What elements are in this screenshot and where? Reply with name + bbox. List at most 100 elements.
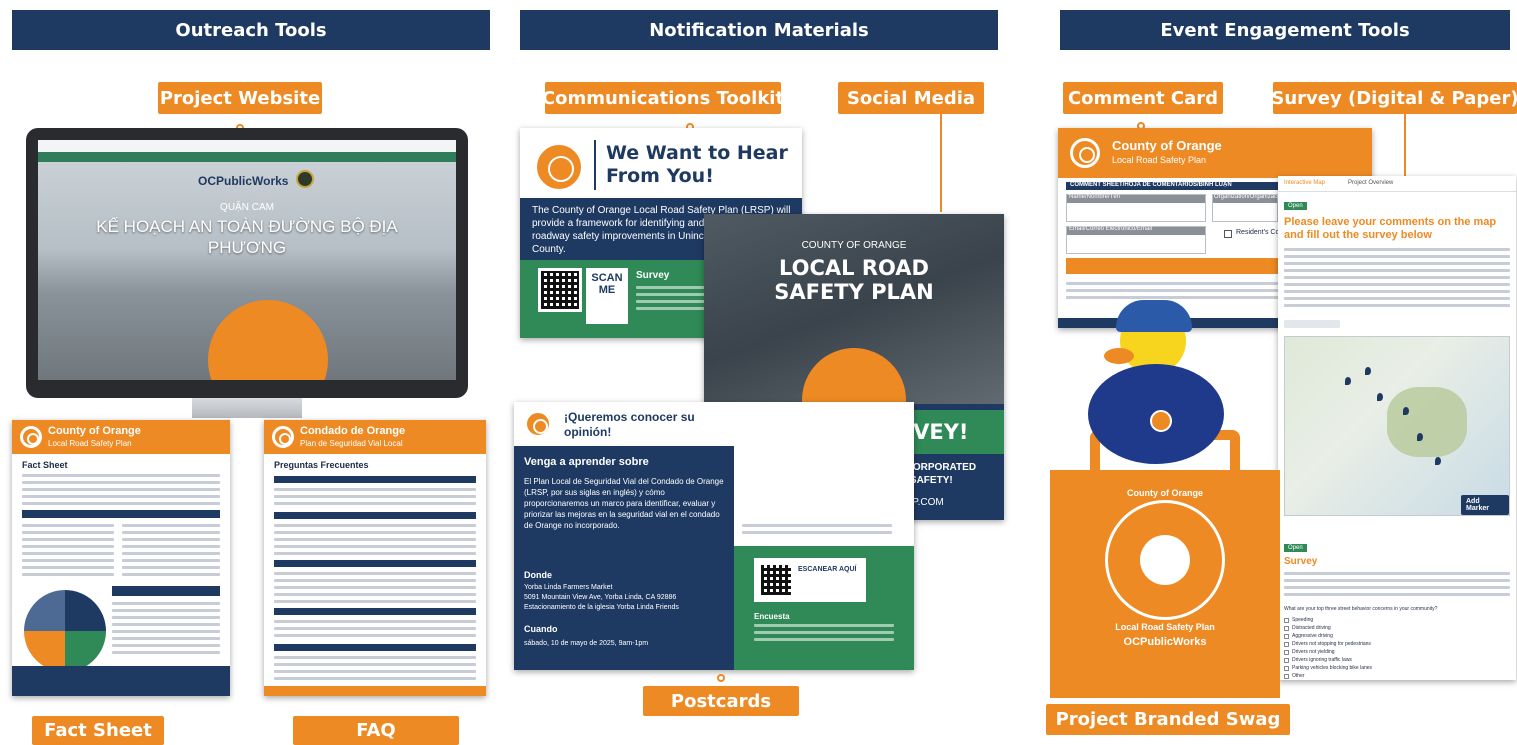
survey-options: Speeding Distracted driving Aggressive d…: [1284, 616, 1510, 680]
option-checkbox[interactable]: [1284, 625, 1289, 631]
connector-line: [940, 114, 942, 212]
postcard-cuando: sábado, 10 de mayo de 2025, 9am-1pm: [524, 640, 649, 647]
qr-code-icon[interactable]: [758, 562, 794, 598]
map-marker-icon[interactable]: [1417, 433, 1423, 441]
fact-sheet-county: County of Orange: [48, 425, 141, 437]
orange-logo-icon: [534, 142, 584, 192]
add-marker-button[interactable]: Add Marker: [1461, 495, 1509, 515]
website-nav-bar[interactable]: [38, 152, 456, 162]
rubber-duck: [1080, 300, 1230, 470]
comment-card-plan: Local Road Safety Plan: [1112, 155, 1207, 165]
option-checkbox[interactable]: [1284, 649, 1289, 655]
tag-survey: Survey (Digital & Paper): [1271, 82, 1517, 114]
option-checkbox[interactable]: [1284, 641, 1289, 647]
comment-form-title: COMMENT SHEET/HOJA DE COMENTARIOS/BÌNH L…: [1070, 182, 1232, 188]
survey-open-badge-2: Open: [1284, 544, 1307, 552]
option-label: Other: [1292, 673, 1305, 679]
postcard-learn-title: Venga a aprender sobre: [524, 456, 649, 468]
option-checkbox[interactable]: [1284, 617, 1289, 623]
section-header-event: Event Engagement Tools: [1060, 10, 1510, 50]
postcard-scan: ESCANEAR AQUÍ: [798, 566, 857, 573]
option-label: Drivers not yielding: [1292, 649, 1335, 655]
map-marker-icon[interactable]: [1345, 377, 1351, 385]
tag-social-media: Social Media: [838, 82, 984, 114]
toolkit-scan-me: SCAN ME: [586, 268, 628, 324]
resident-checkbox[interactable]: [1224, 230, 1232, 238]
option-checkbox[interactable]: [1284, 633, 1289, 639]
survey-tab-map[interactable]: Interactive Map: [1284, 180, 1325, 186]
email-field-label: Email/Correo Electrónico/Email: [1069, 226, 1153, 232]
tag-faq: FAQ: [293, 716, 459, 745]
duck-beak: [1104, 348, 1134, 364]
orange-logo-icon: [524, 410, 552, 438]
section-header-outreach: Outreach Tools: [12, 10, 490, 50]
fact-sheet-document: County of Orange Local Road Safety Plan …: [12, 420, 230, 696]
website-headline: KẾ HOẠCH AN TOÀN ĐƯỜNG BỘ ĐỊA PHƯƠNG: [96, 217, 398, 257]
faq-plan: Plan de Seguridad Vial Local: [300, 439, 403, 448]
survey-map[interactable]: Add Marker: [1284, 336, 1510, 516]
survey-tab-overview[interactable]: Project Overview: [1348, 180, 1393, 186]
faq-county: Condado de Orange: [300, 425, 406, 437]
postcard-donde-1: Yorba Linda Farmers Market: [524, 584, 613, 591]
option-label: Parking vehicles blocking bike lanes: [1292, 665, 1373, 671]
option-checkbox[interactable]: [1284, 665, 1289, 671]
website-subtitle: QUẬN CAM: [220, 202, 274, 213]
fact-sheet-plan: Local Road Safety Plan: [48, 439, 132, 448]
postcard: ¡Queremos conocer su opinión! Venga a ap…: [514, 402, 914, 670]
comment-orange-bar: [1066, 258, 1280, 274]
fact-sheet-about-bar: [112, 586, 220, 596]
survey-page: Interactive Map Project Overview Open Pl…: [1278, 176, 1516, 680]
connector-line: [1404, 114, 1406, 176]
comment-card-header: [1058, 128, 1372, 178]
tag-project-website: Project Website: [158, 82, 322, 114]
postcard-donde-3: Estacionamiento de la iglesia Yorba Lind…: [524, 604, 679, 611]
map-marker-icon[interactable]: [1403, 407, 1409, 415]
toolkit-headline: We Want to Hear From You!: [606, 142, 788, 187]
comment-card-county: County of Orange: [1112, 138, 1222, 153]
section-header-notification: Notification Materials: [520, 10, 998, 50]
safe-system-wheel-icon: [24, 590, 106, 672]
website-brand: OCPublicWorks: [198, 174, 289, 188]
survey-title: Please leave your comments on the map an…: [1284, 216, 1497, 241]
option-label: Drivers not stopping for pedestrians: [1292, 641, 1371, 647]
orange-logo-icon: [1070, 138, 1100, 168]
social-county: COUNTY OF ORANGE: [801, 240, 907, 251]
qr-code-icon[interactable]: [538, 268, 582, 312]
monitor-stand: [192, 398, 302, 418]
postcard-cuando-label: Cuando: [524, 624, 558, 634]
tote-county: County of Orange: [1127, 488, 1203, 498]
option-checkbox[interactable]: [1284, 657, 1289, 663]
tag-swag: Project Branded Swag: [1046, 704, 1290, 735]
fact-sheet-section-bar: [22, 510, 220, 518]
tote-plan: Local Road Safety Plan: [1115, 622, 1215, 632]
postcard-body: El Plan Local de Seguridad Vial del Cond…: [524, 477, 724, 530]
option-checkbox[interactable]: [1284, 673, 1289, 679]
fact-sheet-footer: [12, 666, 230, 696]
tote-brand: OCPublicWorks: [1123, 636, 1207, 648]
tag-fact-sheet: Fact Sheet: [32, 716, 164, 745]
website-screen: OCPublicWorks QUẬN CAM KẾ HOẠCH AN TOÀN …: [38, 140, 456, 380]
map-marker-icon[interactable]: [1377, 393, 1383, 401]
name-field-label: Name/Nombre/Tên: [1069, 194, 1121, 200]
organization-field-label: Organization/Organización: [1214, 194, 1286, 200]
toolkit-survey-label: Survey: [636, 270, 670, 281]
orange-logo-icon: [272, 426, 294, 448]
social-title-2: SAFETY PLAN: [774, 280, 934, 304]
postcard-headline: ¡Queremos conocer su opinión!: [564, 410, 695, 439]
monitor-frame: OCPublicWorks QUẬN CAM KẾ HOẠCH AN TOÀN …: [26, 128, 468, 398]
county-seal-icon: [296, 170, 314, 188]
survey-heading: Survey: [1284, 556, 1318, 567]
bike-helmet-icon: [1116, 300, 1192, 332]
option-label: Aggressive driving: [1292, 633, 1333, 639]
tag-comment-card: Comment Card: [1063, 82, 1223, 114]
option-label: Drivers ignoring traffic laws: [1292, 657, 1352, 663]
survey-question: What are your top three street behavior …: [1284, 606, 1438, 612]
browser-top-bar: [38, 140, 456, 152]
survey-open-badge: Open: [1284, 202, 1307, 210]
map-marker-icon[interactable]: [1365, 367, 1371, 375]
orange-logo-icon: [20, 426, 42, 448]
postcard-donde-label: Donde: [524, 570, 552, 580]
map-marker-icon[interactable]: [1435, 457, 1441, 465]
orange-logo-icon: [1140, 535, 1190, 585]
tote-bag: County of Orange Local Road Safety Plan …: [1050, 470, 1280, 698]
